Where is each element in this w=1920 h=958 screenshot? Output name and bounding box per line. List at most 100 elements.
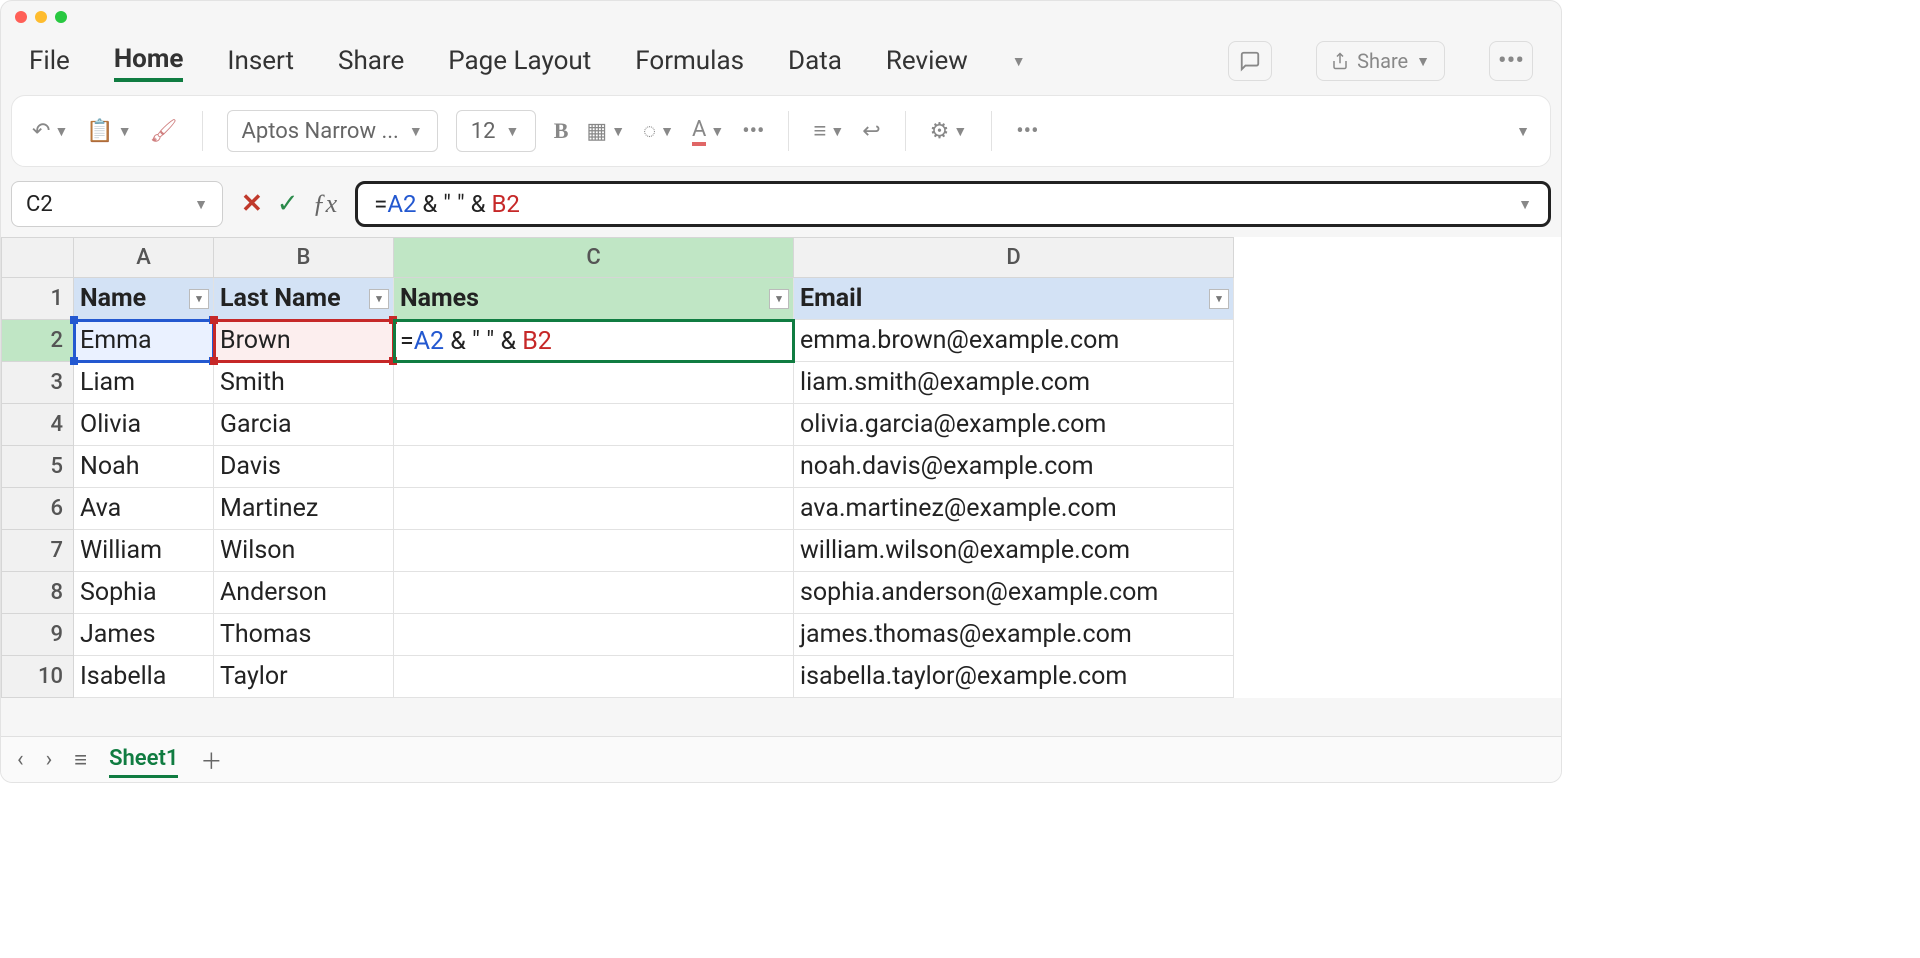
cell-B9[interactable]: Thomas [214, 614, 394, 656]
cancel-formula-button[interactable]: ✕ [241, 189, 263, 219]
filter-icon[interactable]: ▾ [1209, 289, 1229, 309]
cell-A5[interactable]: Noah [74, 446, 214, 488]
cell-C10[interactable] [394, 656, 794, 698]
tab-file[interactable]: File [29, 42, 70, 80]
font-size-select[interactable]: 12▼ [456, 110, 536, 152]
cell-D8[interactable]: sophia.anderson@example.com [794, 572, 1234, 614]
cell-B10[interactable]: Taylor [214, 656, 394, 698]
fill-color-button[interactable]: ◌▼ [643, 118, 674, 144]
row-header-3[interactable]: 3 [2, 362, 74, 404]
borders-button[interactable]: ▦▼ [586, 119, 625, 144]
tab-share[interactable]: Share [338, 42, 404, 80]
cell-C7[interactable] [394, 530, 794, 572]
sort-filter-button[interactable]: ⚙▼ [930, 119, 968, 144]
header-cell-A[interactable]: Name▾ [74, 278, 214, 320]
filter-icon[interactable]: ▾ [769, 289, 789, 309]
all-sheets-button[interactable]: ≡ [74, 747, 87, 773]
ribbon-more-font[interactable]: ••• [742, 119, 764, 144]
cell-D4[interactable]: olivia.garcia@example.com [794, 404, 1234, 446]
window-minimize-icon[interactable] [35, 11, 47, 23]
clipboard-button[interactable]: 📋▼ [86, 119, 131, 144]
bold-button[interactable]: B [554, 118, 569, 144]
col-header-D[interactable]: D [794, 238, 1234, 278]
header-cell-C[interactable]: Names▾ [394, 278, 794, 320]
cell-D2[interactable]: emma.brown@example.com [794, 320, 1234, 362]
menu-overflow-icon[interactable]: ▼ [1012, 53, 1026, 70]
ribbon-more[interactable]: ••• [1016, 119, 1038, 144]
header-cell-D[interactable]: Email▾ [794, 278, 1234, 320]
cell-D7[interactable]: william.wilson@example.com [794, 530, 1234, 572]
tab-formulas[interactable]: Formulas [635, 42, 744, 80]
tab-insert[interactable]: Insert [227, 42, 294, 80]
cell-A7[interactable]: William [74, 530, 214, 572]
col-header-A[interactable]: A [74, 238, 214, 278]
filter-icon[interactable]: ▾ [369, 289, 389, 309]
comments-button[interactable] [1228, 41, 1272, 81]
next-sheet-button[interactable]: › [46, 747, 53, 772]
filter-icon[interactable]: ▾ [189, 289, 209, 309]
cell-B6[interactable]: Martinez [214, 488, 394, 530]
cell-B2[interactable]: Brown [214, 320, 394, 362]
collapse-ribbon-button[interactable]: ▼ [1516, 123, 1530, 140]
row-header-4[interactable]: 4 [2, 404, 74, 446]
tab-page-layout[interactable]: Page Layout [448, 42, 591, 80]
cell-C2[interactable]: =A2 & " " & B2 [394, 320, 794, 362]
cell-D10[interactable]: isabella.taylor@example.com [794, 656, 1234, 698]
cell-A6[interactable]: Ava [74, 488, 214, 530]
row-header-6[interactable]: 6 [2, 488, 74, 530]
cell-A9[interactable]: James [74, 614, 214, 656]
cell-D5[interactable]: noah.davis@example.com [794, 446, 1234, 488]
cell-C5[interactable] [394, 446, 794, 488]
expand-formula-icon[interactable]: ▼ [1518, 196, 1532, 213]
spreadsheet-grid[interactable]: ABCD 1Name▾Last Name▾Names▾Email▾ 2EmmaBro… [1, 237, 1234, 698]
cell-D6[interactable]: ava.martinez@example.com [794, 488, 1234, 530]
col-header-C[interactable]: C [394, 238, 794, 278]
cell-B8[interactable]: Anderson [214, 572, 394, 614]
cell-D3[interactable]: liam.smith@example.com [794, 362, 1234, 404]
font-name-select[interactable]: Aptos Narrow ...▼ [227, 110, 438, 152]
row-header-2[interactable]: 2 [2, 320, 74, 362]
tab-home[interactable]: Home [114, 40, 184, 82]
cell-C8[interactable] [394, 572, 794, 614]
cell-A3[interactable]: Liam [74, 362, 214, 404]
cell-C9[interactable] [394, 614, 794, 656]
tab-review[interactable]: Review [886, 42, 968, 80]
row-header-1[interactable]: 1 [2, 278, 74, 320]
row-header-9[interactable]: 9 [2, 614, 74, 656]
accept-formula-button[interactable]: ✓ [277, 189, 299, 219]
window-close-icon[interactable] [15, 11, 27, 23]
undo-button[interactable]: ↶▼ [32, 119, 68, 144]
window-zoom-icon[interactable] [55, 11, 67, 23]
cell-A4[interactable]: Olivia [74, 404, 214, 446]
sheet-tab-sheet1[interactable]: Sheet1 [109, 742, 178, 778]
add-sheet-button[interactable]: ＋ [200, 744, 222, 776]
cell-C3[interactable] [394, 362, 794, 404]
cell-A2[interactable]: Emma [74, 320, 214, 362]
row-header-5[interactable]: 5 [2, 446, 74, 488]
wrap-text-button[interactable]: ↩ [862, 119, 880, 144]
cell-C4[interactable] [394, 404, 794, 446]
name-box[interactable]: C2 ▼ [11, 181, 223, 227]
cell-B7[interactable]: Wilson [214, 530, 394, 572]
share-button[interactable]: Share ▼ [1316, 41, 1445, 81]
cell-B5[interactable]: Davis [214, 446, 394, 488]
cell-A8[interactable]: Sophia [74, 572, 214, 614]
format-painter-button[interactable]: 🖌 [150, 119, 178, 144]
cell-C6[interactable] [394, 488, 794, 530]
cell-B3[interactable]: Smith [214, 362, 394, 404]
more-button[interactable]: ••• [1489, 41, 1533, 81]
cell-A10[interactable]: Isabella [74, 656, 214, 698]
prev-sheet-button[interactable]: ‹ [17, 747, 24, 772]
cell-D9[interactable]: james.thomas@example.com [794, 614, 1234, 656]
fx-icon[interactable]: ƒx [313, 189, 338, 219]
tab-data[interactable]: Data [788, 42, 842, 80]
formula-bar[interactable]: =A2 & " " & B2 ▼ [355, 181, 1551, 227]
row-header-7[interactable]: 7 [2, 530, 74, 572]
cell-B4[interactable]: Garcia [214, 404, 394, 446]
row-header-10[interactable]: 10 [2, 656, 74, 698]
row-header-8[interactable]: 8 [2, 572, 74, 614]
header-cell-B[interactable]: Last Name▾ [214, 278, 394, 320]
align-button[interactable]: ≡▼ [813, 118, 844, 144]
col-header-B[interactable]: B [214, 238, 394, 278]
font-color-button[interactable]: A▼ [692, 117, 724, 146]
